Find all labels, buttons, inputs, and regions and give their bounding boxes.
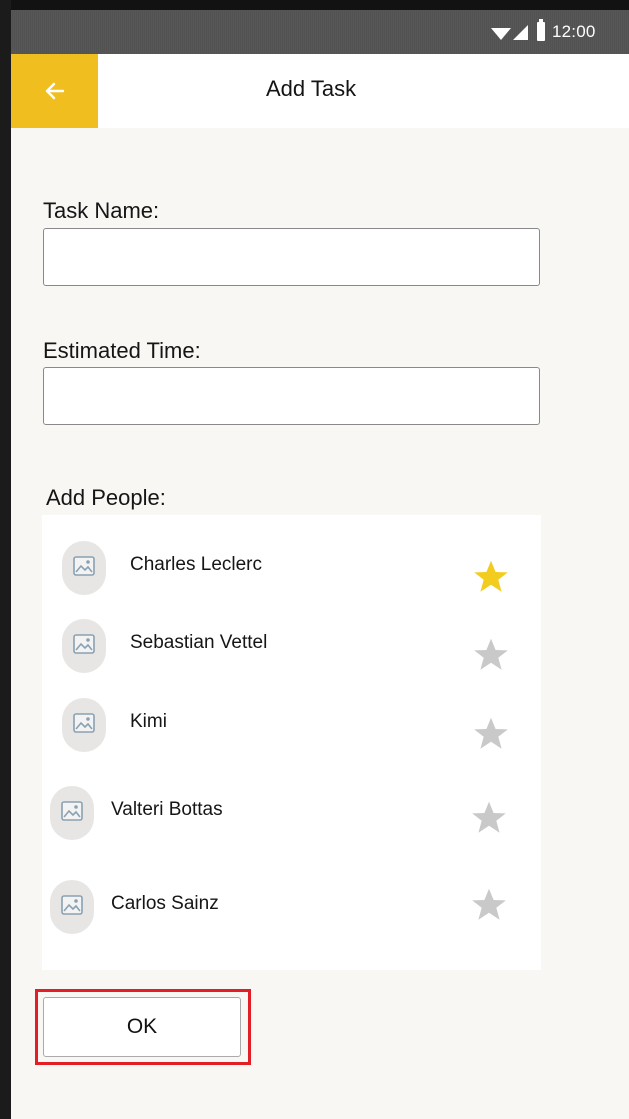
favorite-star-icon[interactable] (472, 637, 510, 673)
avatar (62, 698, 106, 752)
image-placeholder-icon (73, 634, 95, 654)
person-row-charles-leclerc[interactable]: Charles Leclerc (42, 541, 541, 611)
ok-button[interactable]: OK (43, 997, 241, 1057)
person-name: Sebastian Vettel (130, 632, 268, 653)
add-task-screen: 12:00 Add Task Task Name: Estimated Time… (0, 0, 629, 1119)
device-left-edge (0, 0, 11, 1119)
status-bar: 12:00 (11, 0, 629, 54)
favorite-star-icon[interactable] (470, 800, 508, 836)
page-title: Add Task (266, 76, 357, 101)
estimated-time-input[interactable] (43, 367, 540, 425)
person-name: Kimi (130, 711, 167, 732)
image-placeholder-icon (73, 713, 95, 733)
app-bar: Add Task (11, 54, 629, 128)
wifi-icon (491, 28, 511, 40)
favorite-star-icon[interactable] (470, 887, 508, 923)
person-name: Carlos Sainz (111, 893, 219, 914)
signal-icon (513, 25, 528, 40)
avatar (62, 541, 106, 595)
favorite-star-icon[interactable] (472, 559, 510, 595)
estimated-time-label: Estimated Time: (43, 338, 201, 363)
task-name-input[interactable] (43, 228, 540, 286)
person-row-carlos-sainz[interactable]: Carlos Sainz (42, 880, 541, 950)
people-list: Charles Leclerc Sebastian Vettel Kimi Va… (42, 515, 541, 970)
person-row-valteri-bottas[interactable]: Valteri Bottas (42, 786, 541, 856)
arrow-left-icon (42, 78, 68, 104)
person-row-sebastian-vettel[interactable]: Sebastian Vettel (42, 619, 541, 689)
person-row-kimi[interactable]: Kimi (42, 698, 541, 768)
favorite-star-icon[interactable] (472, 716, 510, 752)
back-button[interactable] (11, 54, 98, 128)
image-placeholder-icon (61, 801, 83, 821)
battery-icon (537, 19, 545, 41)
status-time: 12:00 (552, 22, 596, 41)
task-name-label: Task Name: (43, 198, 160, 223)
status-top-line (11, 0, 629, 10)
add-people-label: Add People: (46, 485, 166, 510)
avatar (50, 786, 94, 840)
avatar (50, 880, 94, 934)
image-placeholder-icon (73, 556, 95, 576)
person-name: Valteri Bottas (111, 799, 223, 820)
avatar (62, 619, 106, 673)
person-name: Charles Leclerc (130, 554, 262, 575)
image-placeholder-icon (61, 895, 83, 915)
